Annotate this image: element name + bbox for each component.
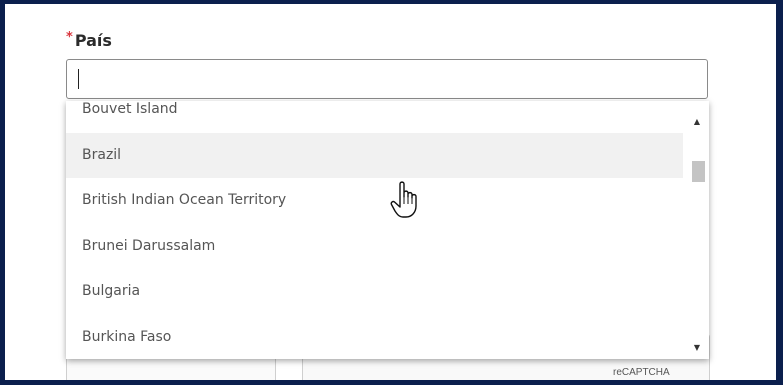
dropdown-option-brunei-darussalam[interactable]: Brunei Darussalam — [66, 224, 683, 270]
country-label: * País — [66, 30, 112, 50]
scroll-up-icon[interactable]: ▲ — [685, 113, 709, 131]
dropdown-option-bouvet-island[interactable]: Bouvet Island — [66, 101, 683, 133]
dropdown-option-british-indian-ocean-territory[interactable]: British Indian Ocean Territory — [66, 178, 683, 224]
country-input[interactable] — [66, 59, 708, 99]
dropdown-scrollbar[interactable]: ▲ ▼ — [685, 101, 709, 359]
form-panel: * País reCAPTCHA Bouvet Island Brazil Bri… — [5, 4, 776, 380]
scroll-down-icon[interactable]: ▼ — [685, 339, 709, 357]
required-mark: * — [66, 30, 73, 45]
recaptcha-label: reCAPTCHA — [613, 367, 670, 378]
hand-pointer-icon — [390, 181, 417, 218]
dropdown-option-burkina-faso[interactable]: Burkina Faso — [66, 315, 683, 360]
scroll-thumb[interactable] — [692, 160, 705, 182]
dropdown-options: Bouvet Island Brazil British Indian Ocea… — [66, 101, 683, 359]
dropdown-option-bulgaria[interactable]: Bulgaria — [66, 269, 683, 315]
text-caret — [78, 69, 79, 89]
dropdown-option-brazil[interactable]: Brazil — [66, 132, 683, 178]
country-label-text: País — [74, 31, 112, 50]
country-dropdown-list[interactable]: Bouvet Island Brazil British Indian Ocea… — [66, 101, 709, 359]
